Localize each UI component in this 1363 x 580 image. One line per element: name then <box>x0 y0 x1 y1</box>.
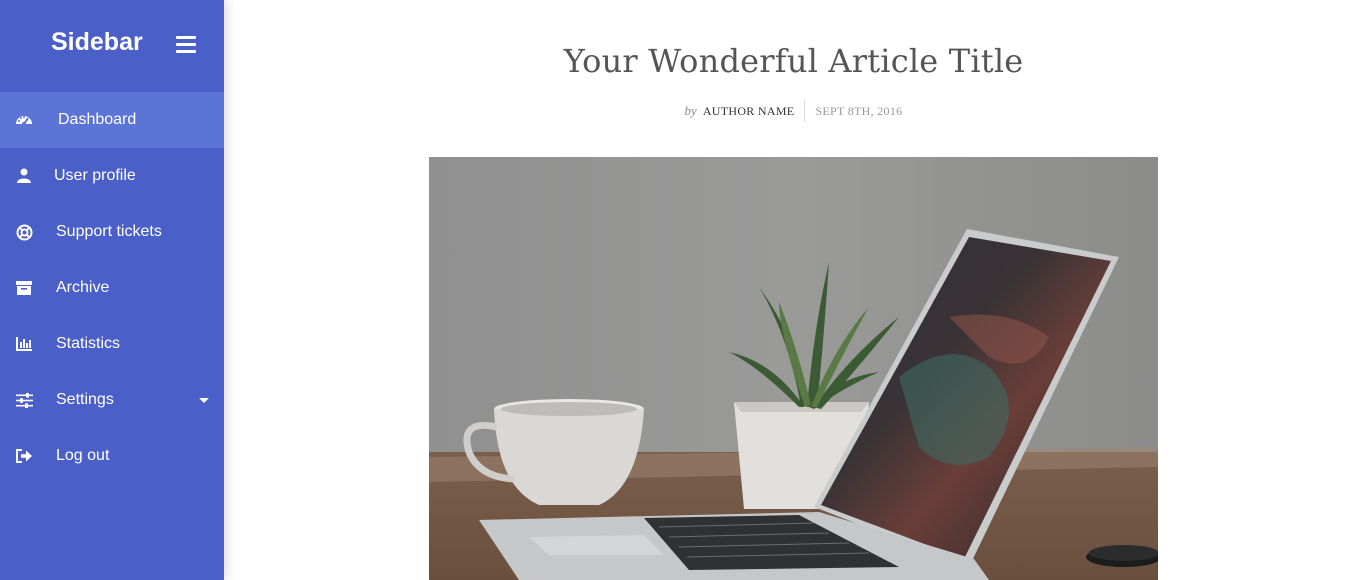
sidebar-item-archive[interactable]: Archive <box>0 260 224 316</box>
sidebar-item-label: Support tickets <box>56 223 162 240</box>
sidebar: Sidebar Dashboard User profile Support t… <box>0 0 224 580</box>
author-name-link[interactable]: AUTHOR NAME <box>703 104 805 119</box>
sidebar-item-label: Statistics <box>56 335 121 352</box>
laptop-desk-photo <box>429 157 1158 580</box>
sidebar-item-log-out[interactable]: Log out <box>0 428 224 484</box>
article-date: SEPT 8TH, 2016 <box>815 103 903 118</box>
byline-prefix: by <box>684 103 697 118</box>
archive-icon <box>15 279 33 297</box>
sidebar-item-label: Log out <box>56 447 110 464</box>
article-meta: by AUTHOR NAME SEPT 8TH, 2016 <box>224 100 1363 122</box>
dashboard-icon <box>15 111 33 129</box>
sidebar-item-label: Settings <box>56 391 114 408</box>
chevron-down-icon[interactable] <box>199 398 209 403</box>
sidebar-item-label: Dashboard <box>58 111 137 128</box>
sidebar-item-statistics[interactable]: Statistics <box>0 316 224 372</box>
sidebar-brand: Sidebar <box>51 28 143 56</box>
article-hero-image <box>429 157 1158 580</box>
hamburger-menu-icon[interactable] <box>176 36 196 54</box>
logout-icon <box>15 447 33 465</box>
sidebar-item-dashboard[interactable]: Dashboard <box>0 92 224 148</box>
bar-chart-icon <box>15 335 33 353</box>
lifebuoy-icon <box>15 223 33 241</box>
sidebar-item-user-profile[interactable]: User profile <box>0 148 224 204</box>
sidebar-item-label: Archive <box>56 279 110 296</box>
sliders-icon <box>15 391 33 409</box>
sidebar-item-label: User profile <box>54 167 136 184</box>
article-title: Your Wonderful Article Title <box>563 42 1024 80</box>
user-icon <box>15 167 33 185</box>
sidebar-nav: Dashboard User profile Support tickets A… <box>0 92 224 484</box>
sidebar-item-support-tickets[interactable]: Support tickets <box>0 204 224 260</box>
article: Your Wonderful Article Title by AUTHOR N… <box>224 0 1363 580</box>
sidebar-item-settings[interactable]: Settings <box>0 372 224 428</box>
